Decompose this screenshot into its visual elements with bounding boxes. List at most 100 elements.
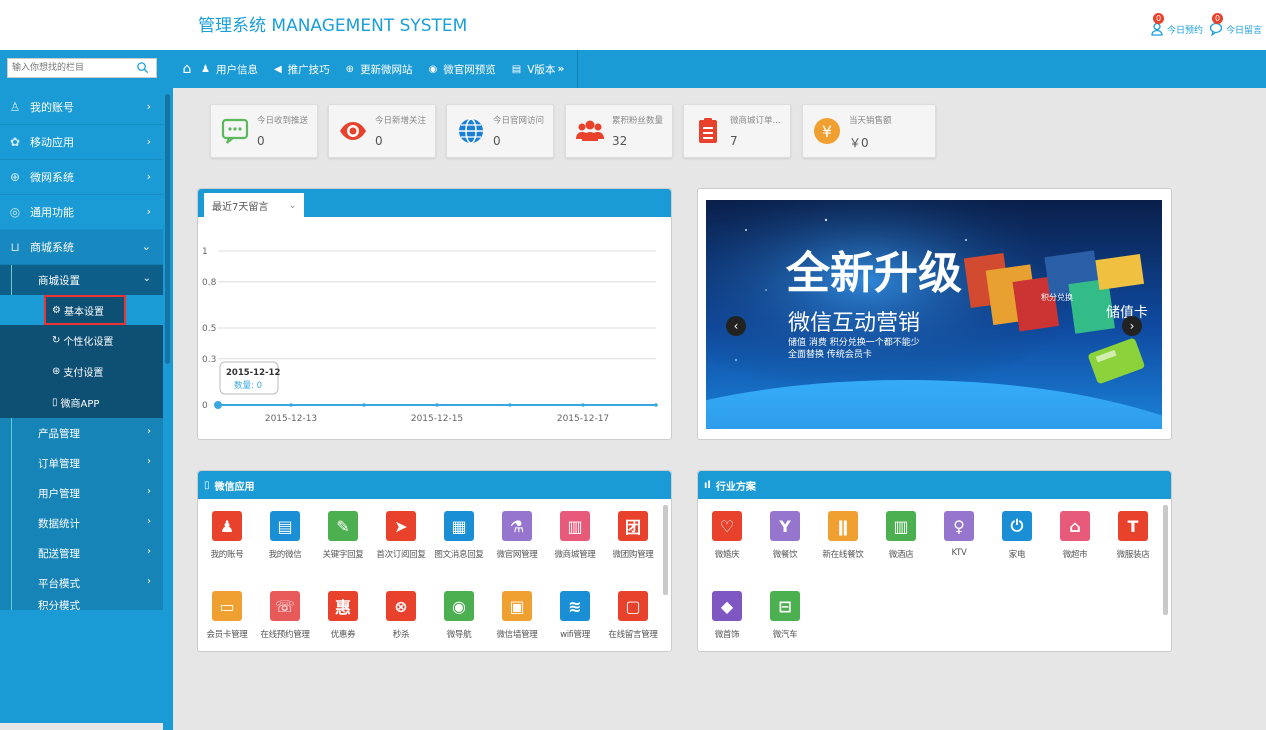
nav-version[interactable]: ▤ V版本» <box>512 62 564 77</box>
app-tile-item[interactable]: ▣ 微信墙管理 <box>488 581 546 661</box>
app-icon: ➤ <box>386 511 416 541</box>
nav-promo-tips[interactable]: ◀ 推广技巧 <box>274 62 330 77</box>
sidebar-item-account[interactable]: ♙ 我的账号 › <box>0 90 163 125</box>
app-tile-item[interactable]: ⊗ 秒杀 <box>372 581 430 661</box>
sidebar-item-mobile-app[interactable]: ✿ 移动应用 › <box>0 125 163 160</box>
app-icon: ▭ <box>212 591 242 621</box>
app-tile-item[interactable]: ǁ 新在线餐饮 <box>814 501 872 581</box>
app-label: 我的微信 <box>268 550 302 560</box>
sidebar-item-wechat-app[interactable]: ▯ 微商APP <box>0 387 163 418</box>
tooltip-value: 数量: 0 <box>234 380 262 391</box>
sidebar-item-users[interactable]: 用户管理 › <box>0 478 163 508</box>
home-icon[interactable]: ⌂ <box>173 61 201 77</box>
app-tile-item[interactable]: Y 微餐饮 <box>756 501 814 581</box>
app-icon: ⚗ <box>502 511 532 541</box>
data-point[interactable] <box>289 403 293 407</box>
sidebar-item-delivery[interactable]: 配送管理 › <box>0 538 163 568</box>
industry-panel: ıl 行业方案 ♡ 微婚庆 Y 微餐饮 ǁ 新在线餐饮 ▥ 微酒店 ♀ KTV ⏻ 家电 ⌂ 微超市 T 微服装… <box>697 470 1172 652</box>
app-tile-item[interactable]: ▤ 我的微信 <box>256 501 314 581</box>
app-tile-item[interactable]: ≋ wifi管理 <box>546 581 604 661</box>
app-label: 微酒店 <box>888 550 914 560</box>
app-icon: ✎ <box>328 511 358 541</box>
app-tile-item[interactable]: ⏻ 家电 <box>988 501 1046 581</box>
data-point[interactable] <box>654 403 658 407</box>
sidebar-item-personalize[interactable]: ↻ 个性化设置 <box>0 325 163 356</box>
chevron-right-icon: › <box>147 456 151 467</box>
app-tile-item[interactable]: ♡ 微婚庆 <box>698 501 756 581</box>
industry-app-grid: ♡ 微婚庆 Y 微餐饮 ǁ 新在线餐饮 ▥ 微酒店 ♀ KTV ⏻ 家电 ⌂ 微超市 T 微服装店 ◆ 微首饰 ⊟ 微… <box>698 501 1171 661</box>
app-tile-item[interactable]: ▦ 图文消息回复 <box>430 501 488 581</box>
x-tick-label: 2015-12-15 <box>411 414 463 424</box>
app-tile-item[interactable]: T 微服装店 <box>1104 501 1162 581</box>
gear-icon: ⚙ <box>52 304 61 316</box>
stat-visit[interactable]: 今日官网访问 0 <box>446 104 554 158</box>
globe-icon: ⊕ <box>345 63 355 75</box>
sidebar-item-statistics[interactable]: 数据统计 › <box>0 508 163 538</box>
app-tile-item[interactable]: ▥ 微商城管理 <box>546 501 604 581</box>
app-tile-item[interactable]: ✎ 关键字回复 <box>314 501 372 581</box>
data-point[interactable] <box>362 403 366 407</box>
app-label: 微商城管理 <box>554 550 596 560</box>
app-tile-item[interactable]: ⊟ 微汽车 <box>756 581 814 661</box>
app-tile-item[interactable]: ◆ 微首饰 <box>698 581 756 661</box>
sidebar-item-orders[interactable]: 订单管理 › <box>0 448 163 478</box>
sidebar-item-common[interactable]: ◎ 通用功能 › <box>0 195 163 230</box>
header-logo-area <box>0 0 173 50</box>
sidebar-item-points[interactable]: 积分模式 <box>0 598 163 610</box>
user-icon: ♟ <box>201 63 210 75</box>
panel-scrollbar[interactable] <box>1163 505 1168 615</box>
nav-update-site[interactable]: ⊕ 更新微网站 <box>346 62 413 77</box>
data-point[interactable] <box>508 403 512 407</box>
scrollbar-thumb[interactable] <box>165 94 170 364</box>
messages-count-badge: 0 <box>1212 13 1223 24</box>
stat-orders[interactable]: 微商城订单... 7 <box>683 104 791 158</box>
sidebar-scrollbar[interactable] <box>163 90 173 730</box>
nav-user-info[interactable]: ♟ 用户信息 <box>201 62 258 77</box>
chart-range-select[interactable]: 最近7天留言 ⌄ <box>204 193 304 217</box>
app-label: 家电 <box>1008 550 1026 560</box>
app-label: 会员卡管理 <box>206 630 248 640</box>
app-tile-item[interactable]: 团微团购管理 <box>604 501 662 581</box>
promo-banner[interactable]: 全新升级 微信互动营销 储值 消费 积分兑换一个都不能少 全面替换 传统会员卡 … <box>706 200 1162 429</box>
sidebar-item-platform[interactable]: 平台模式 › <box>0 568 163 598</box>
app-tile-item[interactable]: ♟ 我的账号 <box>198 501 256 581</box>
search-icon[interactable] <box>136 61 150 75</box>
app-tile-item[interactable]: ▢ 在线留言管理 <box>604 581 662 661</box>
app-icon: ♡ <box>712 511 742 541</box>
stat-value: 0 <box>257 134 265 148</box>
app-tile-item[interactable]: ⌂ 微超市 <box>1046 501 1104 581</box>
search-input[interactable] <box>8 59 136 77</box>
stat-follow[interactable]: 今日新增关注 0 <box>328 104 436 158</box>
app-tile-item[interactable]: ▭ 会员卡管理 <box>198 581 256 661</box>
banner-subhead: 微信互动营销 <box>788 311 920 336</box>
yen-icon: ¥ <box>813 117 841 145</box>
app-tile-item[interactable]: ☏ 在线预约管理 <box>256 581 314 661</box>
banner-next-button[interactable]: › <box>1122 316 1142 336</box>
app-tile-item[interactable]: ♀ KTV <box>930 501 988 581</box>
data-point[interactable] <box>581 403 585 407</box>
stat-push[interactable]: 今日收到推送 0 <box>210 104 318 158</box>
sidebar-item-payment[interactable]: ⊛ 支付设置 <box>0 356 163 387</box>
chevron-right-icon: › <box>147 516 151 527</box>
sidebar-item-shop-settings[interactable]: 商城设置 ⌄ <box>0 265 163 295</box>
sidebar-item-basic-settings[interactable]: ⚙ 基本设置 <box>44 295 126 325</box>
app-tile-item[interactable]: 惠优惠券 <box>314 581 372 661</box>
appointment-link[interactable]: 0 今日预约 <box>1150 6 1203 36</box>
stat-sales[interactable]: ¥ 当天销售额 ￥0 <box>802 104 936 158</box>
stat-fans[interactable]: 累积粉丝数量 32 <box>565 104 673 158</box>
app-tile-item[interactable]: ◉ 微导航 <box>430 581 488 661</box>
app-tile-item[interactable]: ➤ 首次订阅回复 <box>372 501 430 581</box>
banner-prev-button[interactable]: ‹ <box>726 316 746 336</box>
sidebar-item-products[interactable]: 产品管理 › <box>0 418 163 448</box>
app-tile-item[interactable]: ⚗ 微官网管理 <box>488 501 546 581</box>
nav-preview-site[interactable]: ◉ 微官网预览 <box>429 62 496 77</box>
app-tile-item[interactable]: ▥ 微酒店 <box>872 501 930 581</box>
app-label: 微官网管理 <box>496 550 538 560</box>
data-point[interactable] <box>214 401 222 409</box>
sidebar-item-shop[interactable]: ⊔ 商城系统 ⌄ <box>0 230 163 265</box>
panel-scrollbar[interactable] <box>663 505 668 595</box>
sidebar-item-microsite[interactable]: ⊕ 微网系统 › <box>0 160 163 195</box>
messages-link[interactable]: 0 今日留言 <box>1209 6 1262 37</box>
data-point[interactable] <box>435 403 439 407</box>
banner-background: 全新升级 微信互动营销 储值 消费 积分兑换一个都不能少 全面替换 传统会员卡 … <box>706 200 1162 429</box>
